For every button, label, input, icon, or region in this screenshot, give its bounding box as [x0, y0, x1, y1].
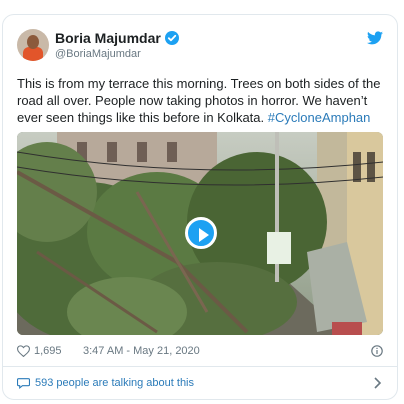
conversation-count[interactable]: 593 people are talking about this — [35, 377, 194, 389]
play-button[interactable] — [185, 217, 217, 249]
video-thumbnail[interactable] — [17, 132, 383, 335]
author-row: Boria Majumdar — [55, 30, 179, 46]
speech-bubble-icon — [17, 378, 30, 389]
divider — [3, 366, 397, 367]
author-name[interactable]: Boria Majumdar — [55, 30, 161, 46]
conversation-link[interactable]: 593 people are talking about this — [17, 376, 383, 392]
avatar[interactable] — [17, 29, 49, 61]
verified-badge-icon — [164, 31, 179, 45]
tweet-card[interactable]: Boria Majumdar @BoriaMajumdar This is fr… — [2, 14, 398, 400]
chevron-right-icon[interactable] — [373, 376, 383, 390]
tweet-meta: 1,695 3:47 AM - May 21, 2020 — [17, 344, 383, 360]
play-icon — [199, 228, 209, 242]
info-icon[interactable] — [371, 345, 383, 357]
author-handle[interactable]: @BoriaMajumdar — [55, 48, 141, 60]
tweet-header: Boria Majumdar @BoriaMajumdar — [17, 29, 383, 65]
hashtag-link[interactable]: #CycloneAmphan — [268, 110, 371, 125]
twitter-bird-icon[interactable] — [367, 31, 383, 45]
timestamp[interactable]: 3:47 AM - May 21, 2020 — [83, 345, 200, 357]
tweet-text: This is from my terrace this morning. Tr… — [17, 75, 383, 126]
heart-icon[interactable] — [17, 345, 30, 357]
like-count[interactable]: 1,695 — [34, 345, 62, 357]
